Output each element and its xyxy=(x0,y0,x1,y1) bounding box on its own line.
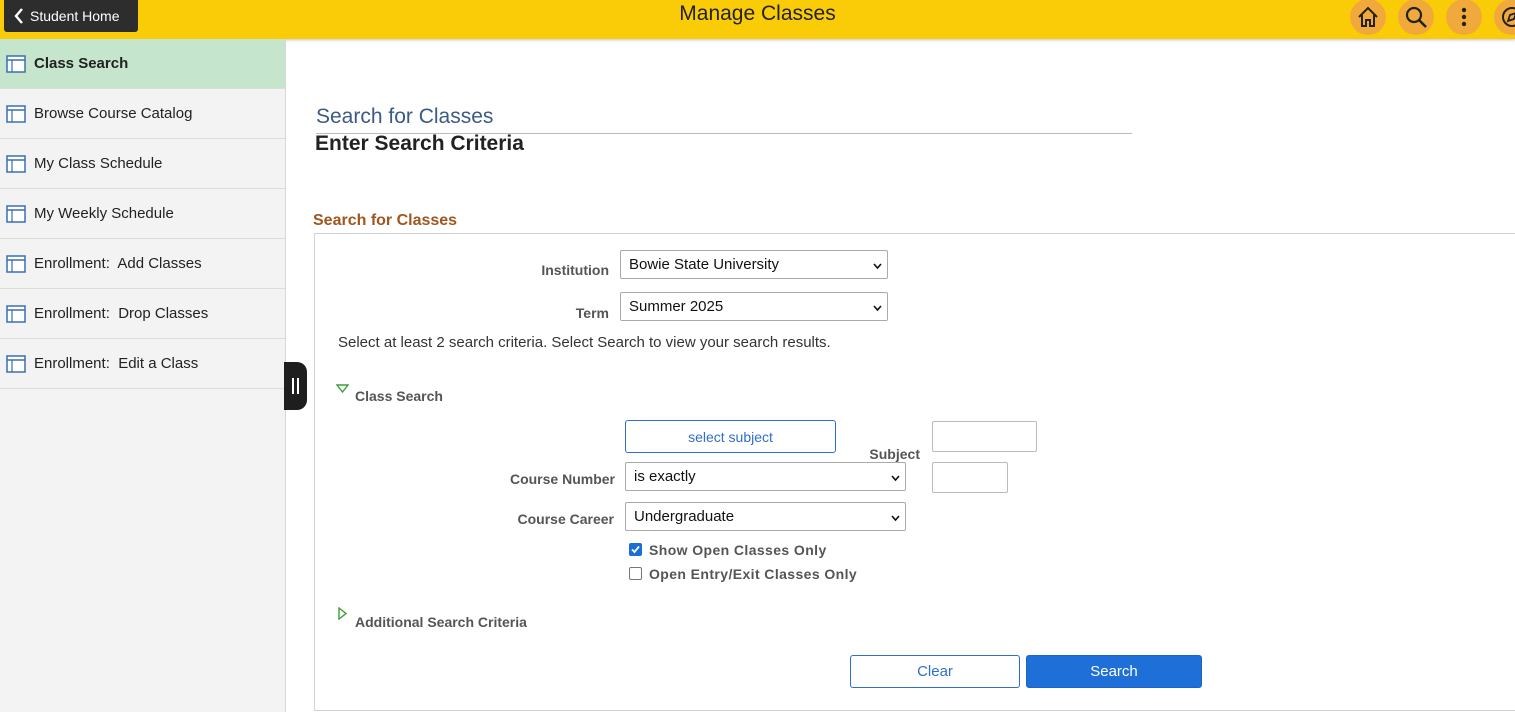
page-header-title: Manage Classes xyxy=(679,2,836,25)
page-icon xyxy=(6,304,26,323)
checkmark-icon xyxy=(631,545,640,554)
course-career-value: Undergraduate xyxy=(634,508,735,525)
page-title: Enter Search Criteria xyxy=(315,132,524,155)
select-subject-button[interactable]: select subject xyxy=(625,420,836,453)
institution-label: Institution xyxy=(541,262,609,278)
chevron-down-icon xyxy=(872,301,883,318)
course-number-label: Course Number xyxy=(509,471,615,487)
show-open-classes-label: Show Open Classes Only xyxy=(649,542,827,558)
search-button[interactable]: Search xyxy=(1026,655,1202,688)
term-select[interactable]: Summer 2025 xyxy=(620,292,888,321)
sidebar-collapse-handle[interactable] xyxy=(284,362,307,410)
page-icon xyxy=(6,354,26,373)
course-career-label: Course Career xyxy=(517,511,615,527)
open-entry-exit-label: Open Entry/Exit Classes Only xyxy=(649,566,858,582)
subject-label: Subject xyxy=(869,446,920,462)
section-header: Search for Classes xyxy=(313,212,458,229)
class-search-group-toggle[interactable]: Class Search xyxy=(335,378,443,404)
sidebar-nav: Class Search Browse Course Catalog My Cl… xyxy=(0,39,286,712)
sidebar-item-my-weekly-schedule[interactable]: My Weekly Schedule xyxy=(0,189,285,239)
sidebar-item-label: Browse Course Catalog xyxy=(34,105,193,122)
collapsed-triangle-icon xyxy=(338,606,348,623)
sidebar-item-class-search[interactable]: Class Search xyxy=(0,39,285,89)
chevron-down-icon xyxy=(890,471,901,488)
term-value: Summer 2025 xyxy=(629,298,724,315)
sidebar-item-label: My Weekly Schedule xyxy=(34,205,174,222)
chevron-down-icon xyxy=(890,511,901,528)
course-number-operator-value: is exactly xyxy=(634,468,696,485)
more-options-icon[interactable] xyxy=(1446,0,1482,35)
term-label: Term xyxy=(575,305,609,321)
search-icon[interactable] xyxy=(1398,0,1434,35)
sidebar-item-label: Class Search xyxy=(34,55,129,72)
sidebar-item-label: Enrollment: Add Classes xyxy=(34,255,202,272)
sidebar-item-label: Enrollment: Edit a Class xyxy=(34,355,199,372)
sidebar-item-enrollment-drop-classes[interactable]: Enrollment: Drop Classes xyxy=(0,289,285,339)
sidebar-item-label: My Class Schedule xyxy=(34,155,163,172)
header-bar: Student Home Manage Classes xyxy=(0,0,1515,39)
class-search-group-label: Class Search xyxy=(355,388,443,404)
expanded-triangle-icon xyxy=(335,380,350,396)
course-number-input[interactable] xyxy=(932,462,1008,493)
navbar-compass-icon[interactable] xyxy=(1494,0,1515,35)
page-icon xyxy=(6,204,26,223)
additional-criteria-label: Additional Search Criteria xyxy=(355,614,527,630)
sidebar-item-label: Enrollment: Drop Classes xyxy=(34,305,209,322)
institution-value: Bowie State University xyxy=(629,256,780,273)
clear-button[interactable]: Clear xyxy=(850,655,1020,688)
home-icon[interactable] xyxy=(1350,0,1386,35)
chevron-down-icon xyxy=(872,259,883,276)
sidebar-item-enrollment-edit-class[interactable]: Enrollment: Edit a Class xyxy=(0,339,285,389)
page-icon xyxy=(6,54,26,73)
institution-select[interactable]: Bowie State University xyxy=(620,250,888,279)
sidebar-item-enrollment-add-classes[interactable]: Enrollment: Add Classes xyxy=(0,239,285,289)
course-career-select[interactable]: Undergraduate xyxy=(625,502,906,531)
open-entry-exit-checkbox[interactable] xyxy=(629,567,642,580)
page-subtitle: Search for Classes xyxy=(316,105,494,128)
additional-criteria-toggle[interactable]: Additional Search Criteria xyxy=(338,606,527,630)
page-icon xyxy=(6,104,26,123)
page-icon xyxy=(6,254,26,273)
sidebar-item-my-class-schedule[interactable]: My Class Schedule xyxy=(0,139,285,189)
course-number-operator-select[interactable]: is exactly xyxy=(625,462,906,491)
page-icon xyxy=(6,154,26,173)
sidebar-item-browse-course-catalog[interactable]: Browse Course Catalog xyxy=(0,89,285,139)
search-instructions: Select at least 2 search criteria. Selec… xyxy=(338,334,831,351)
show-open-classes-checkbox[interactable] xyxy=(629,543,642,556)
subject-input[interactable] xyxy=(932,421,1037,452)
